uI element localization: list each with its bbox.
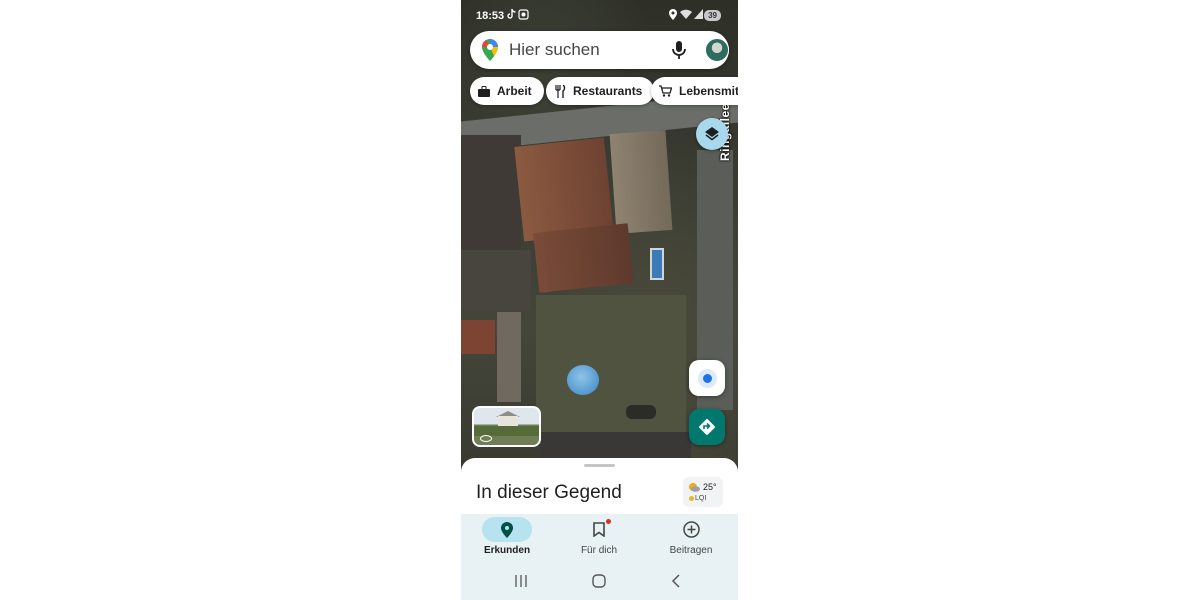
nav-pill	[666, 517, 716, 542]
chip-label: Arbeit	[497, 84, 532, 98]
phone-screen: Ringallee 18:53 39	[461, 0, 738, 600]
satellite-map[interactable]: Ringallee	[461, 0, 738, 470]
bottom-sheet[interactable]: In dieser Gegend 25° LQI	[461, 458, 738, 518]
microphone-icon[interactable]	[669, 40, 689, 60]
chip-restaurants[interactable]: Restaurants	[546, 77, 655, 105]
signal-icon	[694, 9, 703, 21]
nav-label: Erkunden	[483, 545, 531, 556]
cutlery-icon	[555, 84, 566, 98]
search-input[interactable]: Hier suchen	[509, 40, 600, 60]
tiktok-icon	[506, 8, 516, 22]
building	[461, 320, 495, 354]
system-nav-bar	[461, 562, 738, 600]
chip-label: Restaurants	[573, 84, 643, 98]
directions-icon	[699, 419, 715, 435]
briefcase-icon	[478, 85, 490, 97]
directions-button[interactable]	[689, 409, 725, 445]
chip-arbeit[interactable]: Arbeit	[470, 77, 544, 105]
recents-icon[interactable]	[513, 573, 529, 589]
building	[533, 223, 634, 293]
bookmark-icon	[593, 522, 605, 537]
status-time: 18:53	[476, 10, 505, 22]
air-quality-dot	[689, 496, 694, 501]
avatar[interactable]	[705, 38, 729, 62]
partly-cloudy-icon	[689, 483, 700, 492]
chip-label: Lebensmitte	[679, 84, 738, 98]
maps-pin-logo-icon	[480, 39, 500, 61]
nav-erkunden[interactable]: Erkunden	[461, 514, 553, 562]
round-pool	[567, 365, 599, 395]
pool	[650, 248, 664, 280]
my-location-icon	[702, 373, 712, 383]
street-view-thumbnail[interactable]	[472, 406, 541, 447]
building	[609, 130, 673, 234]
nav-pill	[574, 517, 624, 542]
air-quality-label: LQI	[695, 495, 707, 502]
home-icon[interactable]	[591, 573, 607, 589]
car	[626, 405, 656, 419]
building	[461, 135, 521, 250]
sheet-title: In dieser Gegend	[476, 482, 622, 503]
explore-pin-icon	[501, 521, 513, 538]
lawn	[536, 295, 686, 435]
360-icon	[480, 435, 492, 442]
search-bar[interactable]: Hier suchen	[470, 31, 729, 69]
sheet-drag-handle[interactable]	[584, 464, 615, 467]
battery-indicator: 39	[704, 10, 721, 21]
nav-pill	[482, 517, 532, 542]
layers-icon	[705, 127, 719, 141]
nav-label: Für dich	[580, 545, 618, 556]
building	[497, 312, 521, 402]
add-circle-icon	[682, 521, 700, 538]
weather-widget[interactable]: 25° LQI	[683, 477, 723, 507]
layers-button[interactable]	[696, 118, 728, 150]
wifi-icon	[680, 9, 692, 21]
chip-lebensmittel[interactable]: Lebensmitte	[651, 77, 738, 105]
cart-icon	[659, 85, 672, 97]
status-bar: 18:53 39	[461, 0, 738, 32]
building	[461, 250, 531, 310]
screen-record-icon	[518, 9, 529, 22]
nav-fuer-dich[interactable]: Für dich	[553, 514, 645, 562]
back-icon[interactable]	[668, 573, 684, 589]
bottom-nav: Erkunden Für dich Beitragen	[461, 514, 738, 562]
nav-label: Beitragen	[669, 545, 713, 556]
my-location-button[interactable]	[689, 360, 725, 396]
notification-badge	[606, 519, 611, 524]
weather-temp: 25°	[703, 482, 717, 492]
nav-beitragen[interactable]: Beitragen	[645, 514, 737, 562]
location-icon	[669, 9, 677, 22]
